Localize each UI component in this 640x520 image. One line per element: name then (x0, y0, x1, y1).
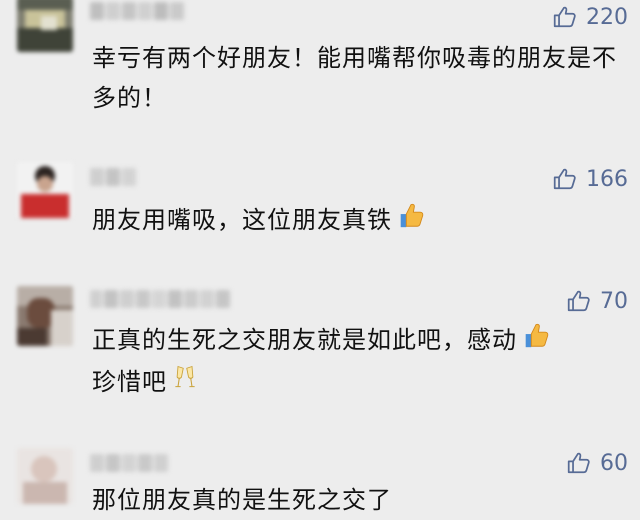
thumbs-up-outline-icon (567, 452, 590, 474)
nickname-blurred[interactable] (90, 2, 184, 24)
comment-text-content: 正真的生死之交朋友就是如此吧，感动 (92, 326, 517, 354)
comment-item: 60 那位朋友真的是生死之交了 (0, 440, 640, 518)
like-button[interactable]: 70 (566, 284, 628, 318)
comment-text: 正真的生死之交朋友就是如此吧，感动 珍惜吧 (92, 320, 620, 403)
like-button[interactable]: 166 (552, 162, 628, 196)
nickname-blurred[interactable] (90, 454, 168, 476)
nickname-blurred[interactable] (90, 290, 230, 312)
comment-text: 朋友用嘴吸，这位朋友真铁 (92, 200, 620, 242)
nickname-blurred[interactable] (90, 168, 136, 190)
avatar[interactable] (17, 286, 73, 346)
avatar[interactable] (17, 162, 73, 218)
like-count: 166 (586, 166, 628, 192)
like-button[interactable]: 220 (552, 0, 628, 34)
thumbs-up-outline-icon (567, 290, 590, 312)
comment-item: 220 幸亏有两个好朋友！能用嘴帮你吸毒的朋友是不多的！ (0, 0, 640, 120)
like-button[interactable]: 60 (566, 446, 628, 480)
comment-text-line2: 珍惜吧 (92, 368, 167, 396)
comment-item: 70 正真的生死之交朋友就是如此吧，感动 珍惜吧 (0, 280, 640, 410)
comment-text: 那位朋友真的是生死之交了 (92, 486, 392, 514)
like-count: 60 (600, 450, 628, 476)
like-count: 220 (586, 4, 628, 30)
like-count: 70 (600, 288, 628, 314)
thumbs-up-emoji (521, 320, 551, 362)
thumbs-up-emoji (396, 200, 426, 242)
comment-item: 166 朋友用嘴吸，这位朋友真铁 (0, 160, 640, 260)
comment-text: 幸亏有两个好朋友！能用嘴帮你吸毒的朋友是不多的！ (92, 44, 617, 112)
thumbs-up-outline-icon (553, 6, 576, 28)
avatar[interactable] (17, 0, 73, 52)
comment-text-content: 朋友用嘴吸，这位朋友真铁 (92, 206, 392, 234)
avatar[interactable] (17, 448, 73, 504)
thumbs-up-outline-icon (553, 168, 576, 190)
cheers-emoji (171, 363, 199, 403)
